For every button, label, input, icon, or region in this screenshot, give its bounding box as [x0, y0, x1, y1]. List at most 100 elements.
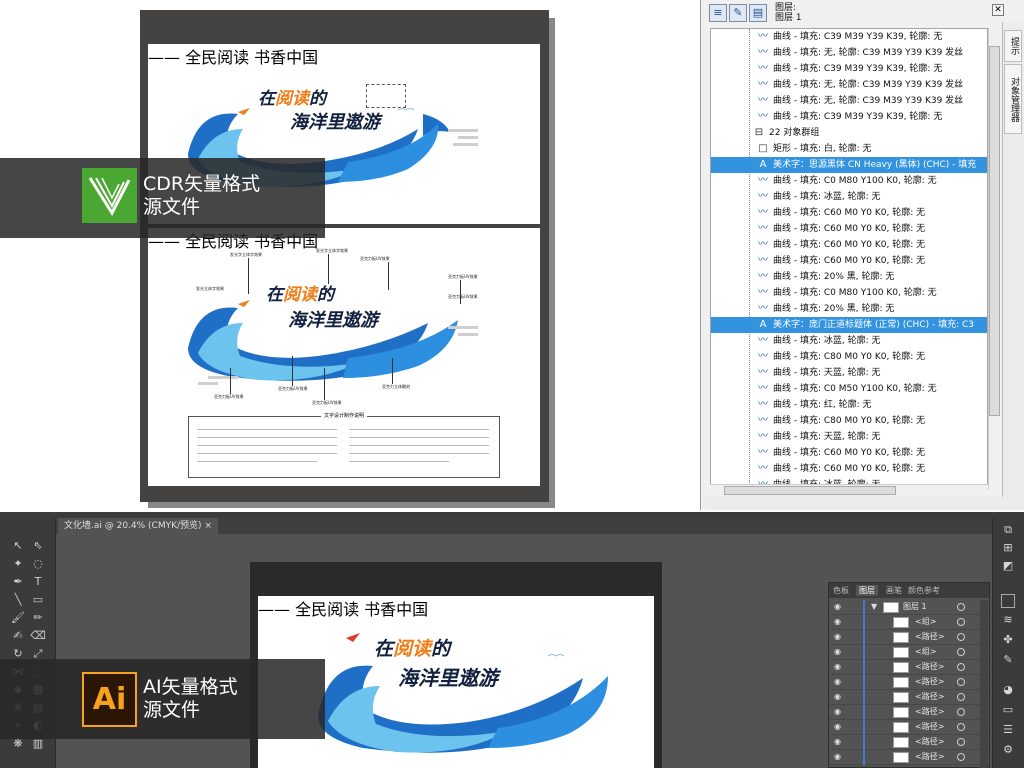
object-tree-row[interactable]: A 美术字：思源黑体 CN Heavy (黑体) (CHC) - 填充	[711, 157, 987, 173]
object-tree-row[interactable]: □ 矩形 - 填充: 白, 轮廓: 无	[711, 141, 987, 157]
blob-brush-tool-icon[interactable]: ✍	[10, 628, 26, 644]
visibility-eye-icon[interactable]: ◉	[834, 662, 843, 671]
target-circle-icon[interactable]	[957, 648, 965, 656]
object-tree-row[interactable]: 〰曲线 - 填充: 天蓝, 轮廓: 无	[711, 365, 987, 381]
object-tree-row[interactable]: 〰曲线 - 填充: 无, 轮廓: C39 M39 Y39 K39 发丝	[711, 45, 987, 61]
magic-wand-tool-icon[interactable]: ✦	[10, 556, 26, 572]
selection-tool-icon[interactable]: ↖	[10, 538, 26, 554]
layer-view-icon[interactable]: ≡	[709, 4, 727, 22]
object-tree-row[interactable]: 〰曲线 - 填充: C60 M0 Y0 K0, 轮廓: 无	[711, 445, 987, 461]
layer-row[interactable]: ◉ ▼ 图层 1	[829, 600, 989, 615]
object-tree-row[interactable]: 〰曲线 - 填充: 20% 黑, 轮廓: 无	[711, 269, 987, 285]
navigator-icon[interactable]: ⚙	[1000, 742, 1016, 758]
panel-close-icon[interactable]: ✕	[992, 4, 1004, 16]
object-tree-row[interactable]: 〰曲线 - 填充: C60 M0 Y0 K0, 轮廓: 无	[711, 237, 987, 253]
target-circle-icon[interactable]	[957, 738, 965, 746]
object-tree-row[interactable]: 〰曲线 - 填充: 天蓝, 轮廓: 无	[711, 429, 987, 445]
object-tree-row[interactable]: 〰曲线 - 填充: C60 M0 Y0 K0, 轮廓: 无	[711, 221, 987, 237]
object-tree-row[interactable]: 〰曲线 - 填充: C80 M0 Y0 K0, 轮廓: 无	[711, 413, 987, 429]
layer-manager-icon[interactable]: ▤	[749, 4, 767, 22]
visibility-eye-icon[interactable]: ◉	[834, 752, 843, 761]
expand-triangle-icon[interactable]: ▼	[871, 602, 877, 611]
visibility-eye-icon[interactable]: ◉	[834, 617, 843, 626]
target-circle-icon[interactable]	[957, 603, 965, 611]
brushes-icon[interactable]: ✎	[1000, 652, 1016, 668]
visibility-eye-icon[interactable]: ◉	[834, 677, 843, 686]
target-circle-icon[interactable]	[957, 678, 965, 686]
symbols-icon[interactable]: ✤	[1000, 632, 1016, 648]
sublayer-row[interactable]: ◉ <路径>	[829, 660, 989, 675]
scrollbar-thumb[interactable]	[989, 46, 1000, 416]
line-tool-icon[interactable]: ╲	[10, 592, 26, 608]
sublayer-row[interactable]: ◉ <路径>	[829, 630, 989, 645]
target-circle-icon[interactable]	[957, 753, 965, 761]
object-tree-row[interactable]: ⊟ 22 对象群组	[711, 125, 987, 141]
artboards-icon[interactable]: ⧉	[1000, 522, 1016, 538]
visibility-eye-icon[interactable]: ◉	[834, 632, 843, 641]
sublayer-row[interactable]: ◉ <路径>	[829, 735, 989, 750]
object-tree-row[interactable]: 〰曲线 - 填充: C39 M39 Y39 K39, 轮廓: 无	[711, 29, 987, 45]
sublayer-row[interactable]: ◉ <组>	[829, 615, 989, 630]
edit-layers-icon[interactable]: ✎	[729, 4, 747, 22]
visibility-eye-icon[interactable]: ◉	[834, 722, 843, 731]
object-tree-row[interactable]: 〰曲线 - 填充: C0 M80 Y100 K0, 轮廓: 无	[711, 173, 987, 189]
tab-color-guide[interactable]: 颜色参考	[908, 585, 940, 596]
layers-scrollbar[interactable]	[980, 600, 988, 768]
tab-swatches[interactable]: 色板	[833, 585, 849, 596]
close-icon[interactable]: ×	[204, 521, 212, 531]
transform-icon[interactable]: ⊞	[1000, 540, 1016, 556]
sublayer-row[interactable]: ◉ <路径>	[829, 750, 989, 765]
paintbrush-tool-icon[interactable]: 🖌	[10, 610, 26, 626]
lasso-tool-icon[interactable]: ◌	[30, 556, 46, 572]
sublayer-row[interactable]: ◉ <路径>	[829, 690, 989, 705]
object-tree-row[interactable]: 〰曲线 - 填充: 无, 轮廓: C39 M39 Y39 K39 发丝	[711, 77, 987, 93]
sublayer-row[interactable]: ◉ <路径>	[829, 720, 989, 735]
pencil-tool-icon[interactable]: ✏	[30, 610, 46, 626]
align-icon[interactable]: ☰	[1000, 722, 1016, 738]
target-circle-icon[interactable]	[957, 708, 965, 716]
appearance-icon[interactable]: ▭	[1000, 702, 1016, 718]
document-tab[interactable]: 文化墙.ai @ 20.4% (CMYK/预览) ×	[58, 518, 218, 534]
tab-object-manager[interactable]: 对象管理器	[1004, 64, 1022, 134]
rectangle-tool-icon[interactable]: ▭	[30, 592, 46, 608]
object-tree-row[interactable]: 〰曲线 - 填充: 冰蓝, 轮廓: 无	[711, 189, 987, 205]
object-tree-row[interactable]: 〰曲线 - 填充: 红, 轮廓: 无	[711, 397, 987, 413]
scrollbar-thumb[interactable]	[724, 486, 896, 495]
pen-tool-icon[interactable]: ✒	[10, 574, 26, 590]
object-tree-row[interactable]: 〰曲线 - 填充: C60 M0 Y0 K0, 轮廓: 无	[711, 461, 987, 477]
visibility-eye-icon[interactable]: ◉	[834, 602, 843, 611]
tab-layers[interactable]: 图层	[856, 585, 878, 596]
direct-selection-tool-icon[interactable]: ⇖	[30, 538, 46, 554]
object-tree-row[interactable]: 〰曲线 - 填充: C0 M80 Y100 K0, 轮廓: 无	[711, 285, 987, 301]
target-circle-icon[interactable]	[957, 618, 965, 626]
target-circle-icon[interactable]	[957, 723, 965, 731]
object-tree-row[interactable]: 〰曲线 - 填充: C80 M0 Y0 K0, 轮廓: 无	[711, 349, 987, 365]
pathfinder-icon[interactable]: ◩	[1000, 558, 1016, 574]
type-tool-icon[interactable]: T	[30, 574, 46, 590]
object-tree[interactable]: 〰曲线 - 填充: C39 M39 Y39 K39, 轮廓: 无〰曲线 - 填充…	[710, 28, 988, 490]
target-circle-icon[interactable]	[957, 633, 965, 641]
object-tree-row[interactable]: 〰曲线 - 填充: C39 M39 Y39 K39, 轮廓: 无	[711, 61, 987, 77]
layers-icon[interactable]: ≋	[1000, 612, 1016, 628]
selection-box[interactable]	[366, 84, 406, 108]
object-tree-row[interactable]: 〰曲线 - 填充: C0 M50 Y100 K0, 轮廓: 无	[711, 381, 987, 397]
visibility-eye-icon[interactable]: ◉	[834, 707, 843, 716]
tab-hints[interactable]: 提示	[1004, 30, 1022, 62]
visibility-eye-icon[interactable]: ◉	[834, 647, 843, 656]
visibility-eye-icon[interactable]: ◉	[834, 692, 843, 701]
object-tree-row[interactable]: 〰曲线 - 填充: C60 M0 Y0 K0, 轮廓: 无	[711, 205, 987, 221]
color-icon[interactable]: ◕	[1000, 682, 1016, 698]
target-circle-icon[interactable]	[957, 663, 965, 671]
object-tree-row[interactable]: 〰曲线 - 填充: C60 M0 Y0 K0, 轮廓: 无	[711, 253, 987, 269]
sublayer-row[interactable]: ◉ <组>	[829, 645, 989, 660]
object-tree-row[interactable]: 〰曲线 - 填充: 冰蓝, 轮廓: 无	[711, 333, 987, 349]
sublayer-row[interactable]: ◉ <路径>	[829, 705, 989, 720]
object-tree-row[interactable]: 〰曲线 - 填充: 20% 黑, 轮廓: 无	[711, 301, 987, 317]
eraser-tool-icon[interactable]: ⌫	[30, 628, 46, 644]
object-tree-row[interactable]: A 美术字：庞门正道标题体 (正常) (CHC) - 填充: C3	[711, 317, 987, 333]
panel-options-icon[interactable]	[1001, 594, 1015, 608]
object-tree-row[interactable]: 〰曲线 - 填充: C39 M39 Y39 K39, 轮廓: 无	[711, 109, 987, 125]
object-tree-row[interactable]: 〰曲线 - 填充: 无, 轮廓: C39 M39 Y39 K39 发丝	[711, 93, 987, 109]
tab-brushes[interactable]: 画笔	[886, 585, 902, 596]
target-circle-icon[interactable]	[957, 693, 965, 701]
